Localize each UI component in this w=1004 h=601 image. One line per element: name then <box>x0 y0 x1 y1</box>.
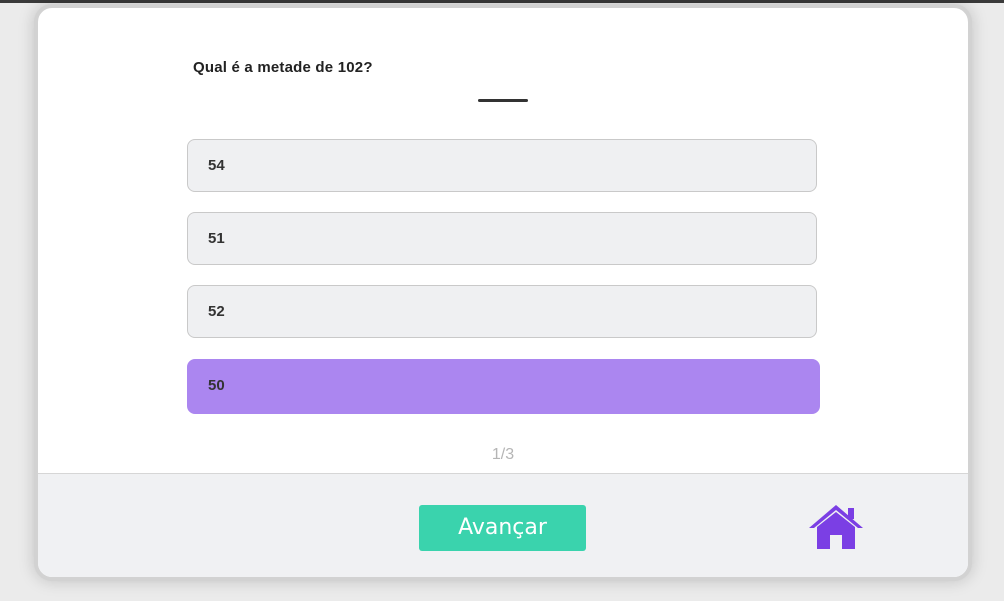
answer-option-54[interactable]: 54 <box>187 139 817 192</box>
quiz-footer: Avançar <box>38 473 968 577</box>
answer-option-label: 50 <box>208 377 225 394</box>
home-icon[interactable] <box>807 503 865 551</box>
next-button[interactable]: Avançar <box>419 505 586 551</box>
question-counter: 1/3 <box>491 446 515 463</box>
answer-option-51[interactable]: 51 <box>187 212 817 265</box>
answer-option-label: 54 <box>208 157 225 174</box>
question-divider <box>478 99 528 102</box>
answer-option-50-selected[interactable]: 50 <box>187 359 820 414</box>
question-text: Qual é a metade de 102? <box>193 59 373 76</box>
window-top-bar <box>0 0 1004 3</box>
answer-option-52[interactable]: 52 <box>187 285 817 338</box>
answer-option-label: 52 <box>208 303 225 320</box>
answer-option-label: 51 <box>208 230 225 247</box>
quiz-card: Qual é a metade de 102? 54 51 52 50 1/3 … <box>34 4 972 581</box>
